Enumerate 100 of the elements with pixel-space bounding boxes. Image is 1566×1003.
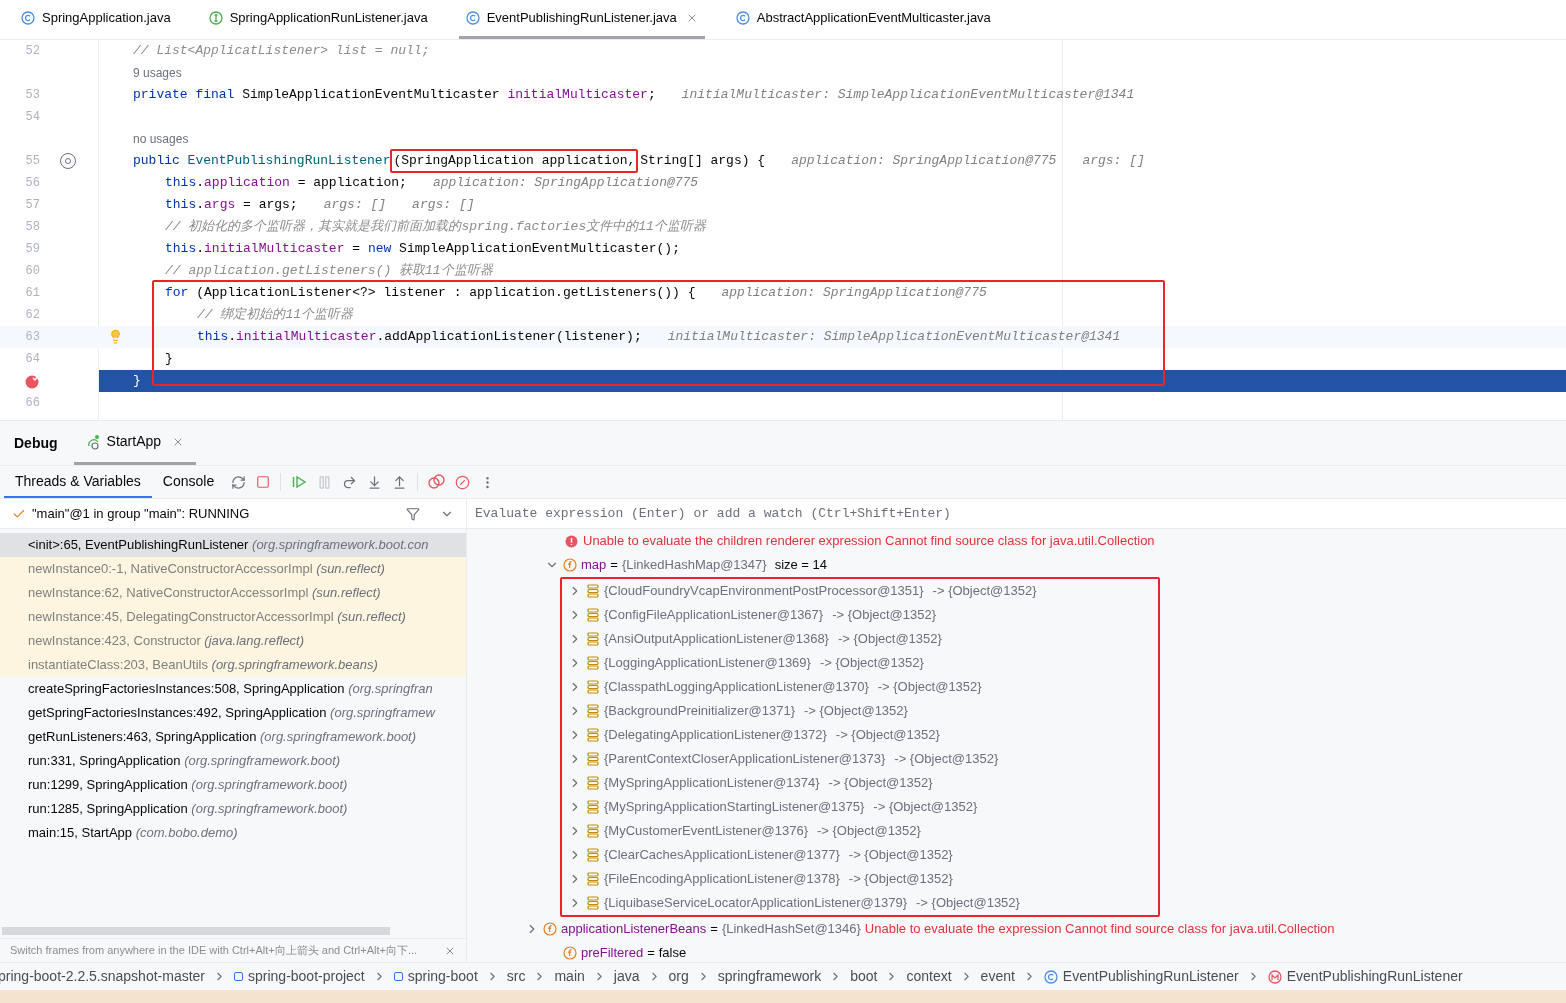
error-icon xyxy=(565,534,578,548)
field-icon xyxy=(563,946,577,960)
stack-frame[interactable]: newInstance:62, NativeConstructorAccessorImpl (sun.reflect) xyxy=(0,581,466,605)
editor-tab[interactable]: SpringApplication.java xyxy=(14,0,178,39)
scrollbar[interactable] xyxy=(2,927,390,935)
map-entry[interactable]: {LoggingApplicationListener@1369} -> {Object@1352} xyxy=(562,651,1158,675)
map-entry[interactable]: {LiquibaseServiceLocatorApplicationListener@1379} -> {Object@1352} xyxy=(562,891,1158,915)
code-token: String[] args) { xyxy=(640,152,766,171)
map-entry[interactable]: {AnsiOutputApplicationListener@1368} -> {Object@1352} xyxy=(562,627,1158,651)
step-over-icon[interactable] xyxy=(342,474,358,490)
map-entry[interactable]: {ParentContextCloserApplicationListener@1373} -> {Object@1352} xyxy=(562,747,1158,771)
method-icon xyxy=(1267,969,1282,984)
breadcrumb-item[interactable]: main xyxy=(554,966,585,987)
line-number: 53 xyxy=(25,88,40,102)
breadcrumb-item[interactable]: spring-boot xyxy=(393,966,478,987)
map-entry[interactable]: {ClasspathLoggingApplicationListener@1370} -> {Object@1352} xyxy=(562,675,1158,699)
code-token: private final xyxy=(133,86,236,105)
mute-breakpoints-icon[interactable] xyxy=(455,474,471,490)
breadcrumb-item[interactable]: springframework xyxy=(717,966,822,987)
map-entry[interactable]: {ClearCachesApplicationListener@1377} -> {Object@1352} xyxy=(562,843,1158,867)
stack-frame[interactable]: main:15, StartApp (com.bobo.demo) xyxy=(0,821,466,845)
entry-icon xyxy=(587,824,599,838)
code-token: = xyxy=(351,240,362,259)
interface-icon xyxy=(208,11,223,25)
code-token: SimpleApplicationEventMulticaster(); xyxy=(399,240,680,259)
class-icon xyxy=(21,11,35,25)
code-token: this xyxy=(165,174,197,193)
breakpoint-icon[interactable] xyxy=(24,373,40,389)
inline-value-hint: application: SpringApplication@775 xyxy=(721,284,987,303)
breadcrumb-item[interactable]: EventPublishingRunListener xyxy=(1267,966,1463,987)
rerun-icon[interactable] xyxy=(231,474,247,490)
stack-frame[interactable]: instantiateClass:203, BeanUtils (org.springframework.beans) xyxy=(0,653,466,677)
editor-tab[interactable]: EventPublishingRunListener.java xyxy=(458,0,705,39)
breadcrumb-item[interactable]: boot xyxy=(850,966,878,987)
editor-tab[interactable]: AbstractApplicationEventMulticaster.java xyxy=(728,0,998,39)
variable-row[interactable]: applicationListenerBeans = {LinkedHashSet@1346} Unable to evaluate the expression Cannot find source class for java.util.Collection xyxy=(467,917,1566,941)
editor-tab[interactable]: SpringApplicationRunListener.java xyxy=(201,0,435,39)
line-number: 59 xyxy=(25,242,40,256)
line-number: 54 xyxy=(25,110,40,124)
map-entry[interactable]: {ConfigFileApplicationListener@1367} -> {Object@1352} xyxy=(562,603,1158,627)
evaluate-field[interactable]: Evaluate expression (Enter) or add a watch (Ctrl+Shift+Enter) xyxy=(467,499,1566,529)
stack-frame[interactable]: createSpringFactoriesInstances:508, SpringApplication (org.springfran xyxy=(0,677,466,701)
code-token: } xyxy=(165,350,173,369)
breadcrumb-item[interactable]: spring-boot-project xyxy=(234,966,365,987)
line-number: 58 xyxy=(25,220,40,234)
stack-frame[interactable]: getSpringFactoriesInstances:492, SpringApplication (org.springframew xyxy=(0,701,466,725)
code-token: application xyxy=(204,174,290,193)
line-number: 57 xyxy=(25,198,40,212)
entry-icon xyxy=(587,800,599,814)
stack-frame[interactable]: run:331, SpringApplication (org.springframework.boot) xyxy=(0,749,466,773)
code-token: public xyxy=(133,152,181,171)
line-number: 52 xyxy=(25,44,40,58)
breadcrumb-item[interactable]: src xyxy=(506,966,526,987)
breadcrumb-item[interactable]: context xyxy=(906,966,952,987)
resume-icon[interactable] xyxy=(291,474,308,490)
variable-row[interactable]: map = {LinkedHashMap@1347} size = 14 xyxy=(467,553,1566,577)
tab-label: SpringApplicationRunListener.java xyxy=(229,9,428,28)
bug-icon xyxy=(85,433,102,450)
entry-icon xyxy=(587,728,599,742)
code-token: = args; xyxy=(242,196,298,215)
variable-row[interactable]: preFiltered = false xyxy=(467,941,1566,965)
breadcrumb-item[interactable]: java xyxy=(613,966,640,987)
tab-label: StartApp xyxy=(106,432,162,451)
breadcrumb-item[interactable]: org xyxy=(668,966,689,987)
usage-hint[interactable]: 9 usages xyxy=(133,64,182,82)
line-number: 63 xyxy=(25,330,40,344)
stack-frame[interactable]: newInstance:45, DelegatingConstructorAccessorImpl (sun.reflect) xyxy=(0,605,466,629)
debug-subtab[interactable]: Console xyxy=(151,466,226,498)
class-icon xyxy=(465,11,480,25)
breadcrumb-item[interactable]: event xyxy=(980,966,1015,987)
code-token: . xyxy=(196,240,205,259)
breadcrumb-item[interactable]: EventPublishingRunListener xyxy=(1043,966,1239,987)
map-entry[interactable]: {CloudFoundryVcapEnvironmentPostProcessor@1351} -> {Object@1352} xyxy=(562,579,1158,603)
code-token: (ApplicationListener<?> listener : application.getListeners()) { xyxy=(196,284,696,303)
stack-frame[interactable]: getRunListeners:463, SpringApplication (org.springframework.boot) xyxy=(0,725,466,749)
stack-frame[interactable]: <init>:65, EventPublishingRunListener (org.springframework.boot.con xyxy=(0,533,466,557)
line-number: 62 xyxy=(25,308,40,322)
stack-frame[interactable]: newInstance0:-1, NativeConstructorAccessorImpl (sun.reflect) xyxy=(0,557,466,581)
code-token: this xyxy=(197,328,229,347)
panel-title: Debug xyxy=(14,433,58,453)
map-entry[interactable]: {MyCustomerEventListener@1376} -> {Object@1352} xyxy=(562,819,1158,843)
entry-icon xyxy=(587,704,599,718)
stack-frame[interactable]: newInstance:423, Constructor (java.lang.reflect) xyxy=(0,629,466,653)
map-entry[interactable]: {DelegatingApplicationListener@1372} -> {Object@1352} xyxy=(562,723,1158,747)
field-icon xyxy=(543,922,557,936)
map-entry[interactable]: {MySpringApplicationListener@1374} -> {Object@1352} xyxy=(562,771,1158,795)
line-number: 66 xyxy=(25,396,40,410)
map-entry[interactable]: {MySpringApplicationStartingListener@1375} -> {Object@1352} xyxy=(562,795,1158,819)
map-entry[interactable]: {FileEncodingApplicationListener@1378} -> {Object@1352} xyxy=(562,867,1158,891)
inline-value-hint: initialMulticaster: SimpleApplicationEventMulticaster@1341 xyxy=(667,328,1121,347)
stack-frame[interactable]: run:1299, SpringApplication (org.springframework.boot) xyxy=(0,773,466,797)
code-token: (SpringApplication application, xyxy=(390,149,639,173)
stop-icon[interactable] xyxy=(256,475,271,489)
filter-icon[interactable] xyxy=(406,506,420,521)
usage-hint[interactable]: no usages xyxy=(133,130,189,148)
map-entry[interactable]: {BackgroundPreinitializer@1371} -> {Object@1352} xyxy=(562,699,1158,723)
entry-icon xyxy=(587,584,599,598)
code-token: EventPublishingRunListener xyxy=(187,152,391,171)
breakpoints-icon[interactable] xyxy=(428,474,446,490)
stack-frame[interactable]: run:1285, SpringApplication (org.springframework.boot) xyxy=(0,797,466,821)
